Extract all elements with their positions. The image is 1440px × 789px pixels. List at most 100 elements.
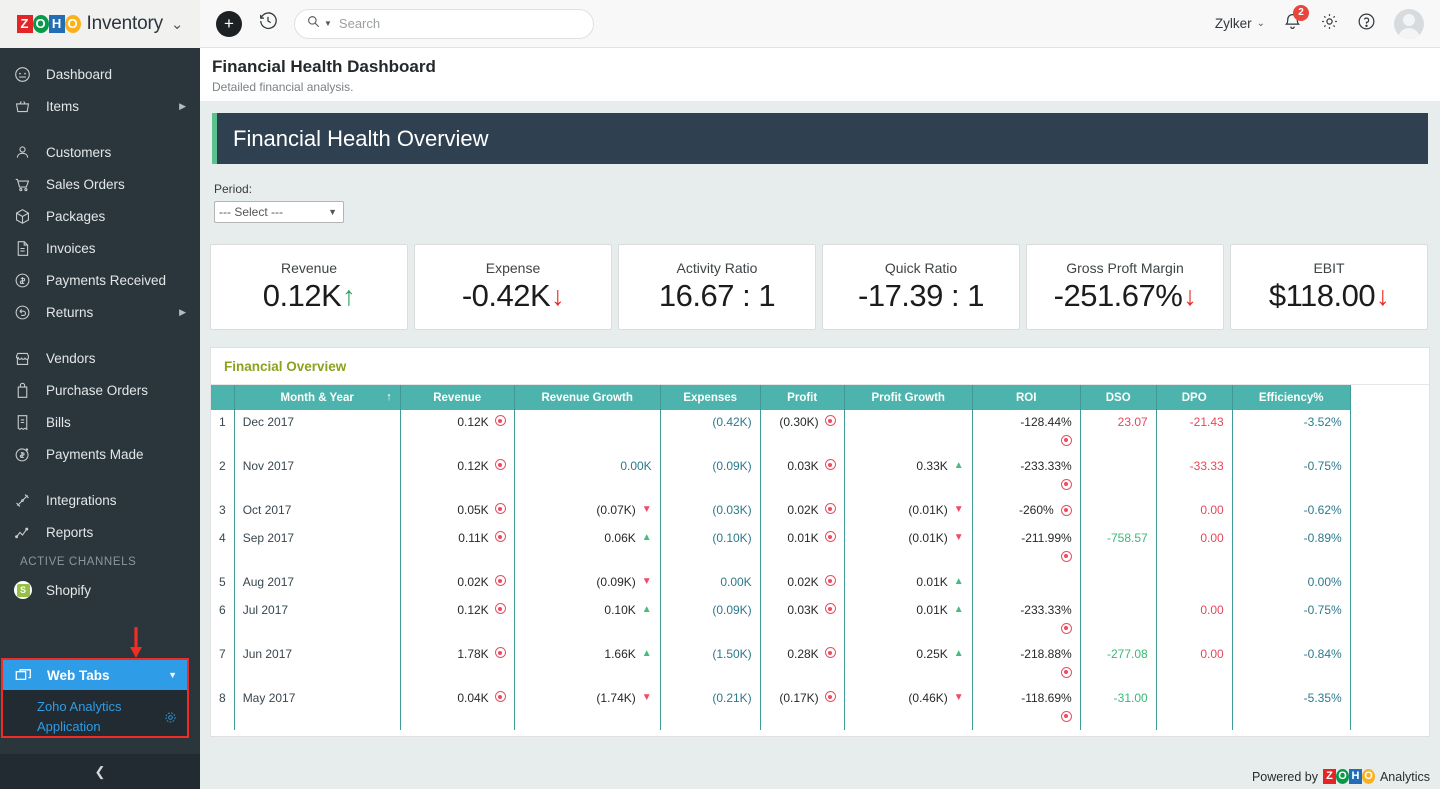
settings-button[interactable] — [1320, 12, 1339, 36]
cell-month-year[interactable]: Aug 2017 — [234, 570, 400, 598]
drilldown-dot-icon[interactable] — [825, 691, 836, 702]
cell-revenue-growth[interactable]: 0.00K — [514, 454, 660, 498]
table-row[interactable]: 6Jul 20170.12K0.10K▲(0.09K)0.03K0.01K▲-2… — [211, 598, 1350, 642]
cell-roi[interactable]: -118.69% — [972, 686, 1080, 730]
cell-expenses[interactable]: (0.03K) — [660, 498, 760, 526]
drilldown-dot-icon[interactable] — [825, 503, 836, 514]
search-box[interactable]: ▼ — [294, 9, 594, 39]
table-header-cell[interactable]: Expenses — [660, 385, 760, 410]
drilldown-dot-icon[interactable] — [825, 531, 836, 542]
cell-dpo[interactable]: -21.43 — [1156, 410, 1232, 454]
table-header-cell[interactable]: Profit — [760, 385, 844, 410]
cell-profit-growth[interactable]: 0.01K▲ — [844, 570, 972, 598]
drilldown-dot-icon[interactable] — [495, 531, 506, 542]
cell-dpo[interactable]: -33.33 — [1156, 454, 1232, 498]
sidebar-item-integrations[interactable]: Integrations — [0, 484, 200, 516]
cell-roi[interactable]: -233.33% — [972, 598, 1080, 642]
drilldown-dot-icon[interactable] — [495, 647, 506, 658]
brand-header[interactable]: ZOHO Inventory ⌄ — [0, 0, 200, 48]
drilldown-dot-icon[interactable] — [495, 459, 506, 470]
drilldown-dot-icon[interactable] — [495, 575, 506, 586]
cell-revenue[interactable]: 0.12K — [400, 410, 514, 454]
sidebar-item-web-tabs[interactable]: Web Tabs ▼ — [3, 660, 187, 690]
cell-revenue-growth[interactable]: 0.06K▲ — [514, 526, 660, 570]
cell-profit-growth[interactable]: 0.01K▲ — [844, 598, 972, 642]
table-row[interactable]: 5Aug 20170.02K(0.09K)▼0.00K0.02K0.01K▲0.… — [211, 570, 1350, 598]
table-header-cell[interactable]: Profit Growth — [844, 385, 972, 410]
cell-month-year[interactable]: May 2017 — [234, 686, 400, 730]
table-header-cell[interactable]: Month & Year↑ — [234, 385, 400, 410]
table-header-cell[interactable]: Efficiency% — [1232, 385, 1350, 410]
cell-efficiency[interactable]: -0.75% — [1232, 454, 1350, 498]
table-header-cell[interactable]: Revenue Growth — [514, 385, 660, 410]
drilldown-dot-icon[interactable] — [495, 503, 506, 514]
cell-revenue[interactable]: 0.04K — [400, 686, 514, 730]
table-header-cell[interactable]: ROI — [972, 385, 1080, 410]
cell-dpo[interactable]: 0.00 — [1156, 526, 1232, 570]
sidebar-item-items[interactable]: Items ▶ — [0, 90, 200, 122]
table-row[interactable]: 2Nov 20170.12K0.00K(0.09K)0.03K0.33K▲-23… — [211, 454, 1350, 498]
cell-revenue-growth[interactable] — [514, 410, 660, 454]
chevron-down-icon[interactable]: ▼ — [168, 670, 177, 680]
cell-dso[interactable]: -31.00 — [1080, 686, 1156, 730]
cell-efficiency[interactable]: -0.62% — [1232, 498, 1350, 526]
cell-month-year[interactable]: Oct 2017 — [234, 498, 400, 526]
add-new-button[interactable]: + — [216, 11, 242, 37]
cell-expenses[interactable]: (0.21K) — [660, 686, 760, 730]
cell-month-year[interactable]: Dec 2017 — [234, 410, 400, 454]
cell-profit-growth[interactable]: (0.01K)▼ — [844, 498, 972, 526]
cell-month-year[interactable]: Sep 2017 — [234, 526, 400, 570]
sidebar-item-customers[interactable]: Customers — [0, 136, 200, 168]
cell-profit-growth[interactable]: (0.46K)▼ — [844, 686, 972, 730]
cell-dso[interactable]: 23.07 — [1080, 410, 1156, 454]
drilldown-dot-icon[interactable] — [1061, 479, 1072, 490]
sidebar-item-purchase-orders[interactable]: Purchase Orders — [0, 374, 200, 406]
table-row[interactable]: 4Sep 20170.11K0.06K▲(0.10K)0.01K(0.01K)▼… — [211, 526, 1350, 570]
sidebar-item-bills[interactable]: Bills — [0, 406, 200, 438]
sidebar-item-sales-orders[interactable]: Sales Orders — [0, 168, 200, 200]
sidebar-item-invoices[interactable]: Invoices — [0, 232, 200, 264]
sidebar-item-reports[interactable]: Reports — [0, 516, 200, 548]
table-header-cell[interactable]: DPO — [1156, 385, 1232, 410]
kpi-card[interactable]: Quick Ratio-17.39 : 1 — [822, 244, 1020, 330]
cell-roi[interactable] — [972, 570, 1080, 598]
drilldown-dot-icon[interactable] — [1061, 435, 1072, 446]
gear-icon[interactable] — [164, 710, 177, 730]
cell-profit-growth[interactable]: 0.25K▲ — [844, 642, 972, 686]
cell-revenue-growth[interactable]: 0.10K▲ — [514, 598, 660, 642]
cell-month-year[interactable]: Nov 2017 — [234, 454, 400, 498]
sidebar-item-vendors[interactable]: Vendors — [0, 342, 200, 374]
period-select[interactable]: --- Select --- ▼ — [214, 201, 344, 223]
cell-profit-growth[interactable]: 0.33K▲ — [844, 454, 972, 498]
cell-efficiency[interactable]: -0.75% — [1232, 598, 1350, 642]
cell-revenue-growth[interactable]: 1.66K▲ — [514, 642, 660, 686]
sort-ascending-icon[interactable]: ↑ — [386, 391, 392, 403]
cell-expenses[interactable]: (0.10K) — [660, 526, 760, 570]
drilldown-dot-icon[interactable] — [495, 691, 506, 702]
search-input[interactable] — [339, 16, 581, 31]
drilldown-dot-icon[interactable] — [1061, 551, 1072, 562]
sidebar-subitem-zoho-analytics-application[interactable]: Zoho Analytics Application — [3, 690, 187, 744]
drilldown-dot-icon[interactable] — [1061, 667, 1072, 678]
drilldown-dot-icon[interactable] — [825, 575, 836, 586]
cell-dpo[interactable]: 0.00 — [1156, 498, 1232, 526]
cell-revenue[interactable]: 0.12K — [400, 598, 514, 642]
sidebar-item-packages[interactable]: Packages — [0, 200, 200, 232]
cell-dpo[interactable]: 0.00 — [1156, 598, 1232, 642]
cell-profit[interactable]: 0.02K — [760, 570, 844, 598]
cell-revenue[interactable]: 0.11K — [400, 526, 514, 570]
chevron-down-icon[interactable]: ⌄ — [171, 15, 184, 33]
cell-revenue[interactable]: 0.02K — [400, 570, 514, 598]
cell-expenses[interactable]: (0.09K) — [660, 598, 760, 642]
help-button[interactable] — [1357, 12, 1376, 36]
cell-efficiency[interactable]: -0.89% — [1232, 526, 1350, 570]
cell-dpo[interactable] — [1156, 686, 1232, 730]
table-row[interactable]: 7Jun 20171.78K1.66K▲(1.50K)0.28K0.25K▲-2… — [211, 642, 1350, 686]
drilldown-dot-icon[interactable] — [1061, 505, 1072, 516]
notifications-button[interactable]: 2 — [1283, 12, 1302, 36]
cell-revenue[interactable]: 0.12K — [400, 454, 514, 498]
cell-roi[interactable]: -218.88% — [972, 642, 1080, 686]
cell-profit[interactable]: (0.17K) — [760, 686, 844, 730]
cell-revenue-growth[interactable]: (0.07K)▼ — [514, 498, 660, 526]
organization-switcher[interactable]: Zylker ⌄ — [1215, 16, 1265, 31]
